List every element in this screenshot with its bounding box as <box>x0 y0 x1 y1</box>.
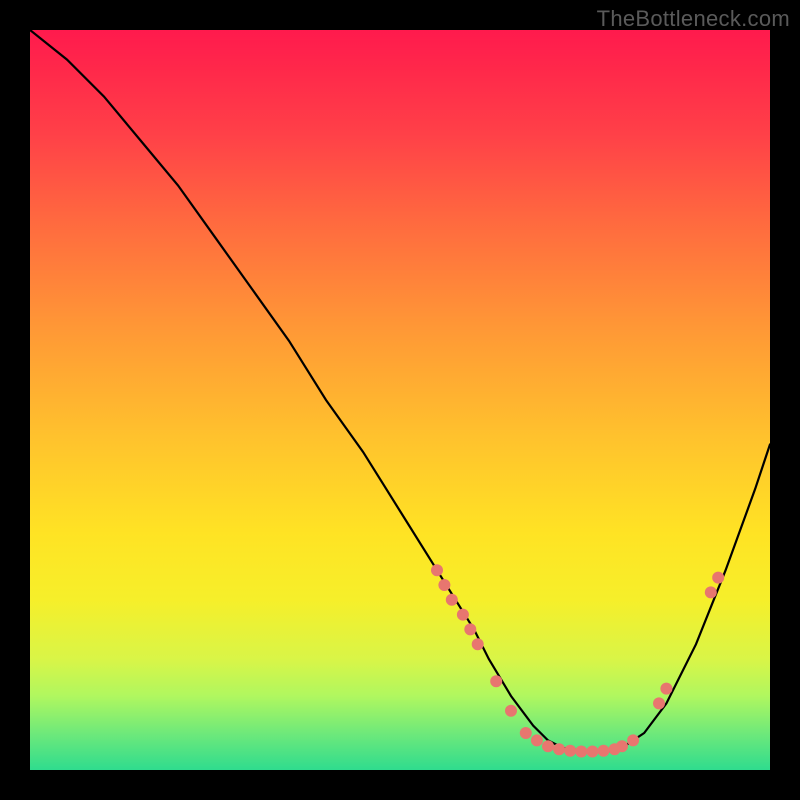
watermark-text: TheBottleneck.com <box>597 6 790 32</box>
chart-container: TheBottleneck.com <box>0 0 800 800</box>
gradient-background <box>30 30 770 770</box>
plot-area <box>30 30 770 770</box>
